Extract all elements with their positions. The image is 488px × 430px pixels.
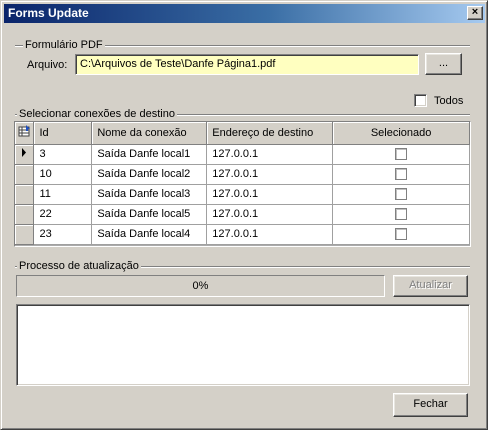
row-selected-checkbox[interactable]: [395, 148, 408, 161]
update-button[interactable]: Atualizar: [393, 275, 468, 297]
id-cell[interactable]: 23: [33, 224, 93, 245]
selected-cell: [332, 224, 470, 245]
table-row[interactable]: 22 Saída Danfe local5 127.0.0.1: [15, 204, 470, 225]
id-cell[interactable]: 22: [33, 204, 93, 225]
row-header-cell[interactable]: [15, 204, 35, 225]
row-pointer-icon: [22, 148, 27, 157]
address-cell[interactable]: 127.0.0.1: [206, 204, 334, 225]
table-row[interactable]: 10 Saída Danfe local2 127.0.0.1: [15, 164, 470, 185]
name-cell[interactable]: Saída Danfe local2: [91, 164, 208, 185]
connections-grid[interactable]: Id Nome da conexão Endereço de destino S…: [14, 121, 471, 247]
row-selected-checkbox[interactable]: [395, 208, 408, 221]
table-row[interactable]: 3 Saída Danfe local1 127.0.0.1: [15, 144, 470, 165]
window-title: Forms Update: [8, 6, 89, 20]
column-header-selected[interactable]: Selecionado: [332, 122, 470, 145]
form-group-title: Formulário PDF: [23, 39, 105, 51]
select-all-label: Todos: [434, 95, 464, 107]
row-header-cell[interactable]: [15, 144, 35, 165]
close-window-button[interactable]: ×: [467, 6, 483, 20]
column-header-address[interactable]: Endereço de destino: [206, 122, 334, 145]
column-header-id[interactable]: Id: [33, 122, 93, 145]
address-cell[interactable]: 127.0.0.1: [206, 164, 334, 185]
row-header-cell[interactable]: [15, 224, 35, 245]
name-cell[interactable]: Saída Danfe local3: [91, 184, 208, 205]
selected-cell: [332, 204, 470, 225]
grid-corner-cell[interactable]: [15, 122, 35, 145]
select-all-checkbox[interactable]: [414, 94, 427, 107]
address-cell[interactable]: 127.0.0.1: [206, 144, 334, 165]
update-progress-bar: 0%: [16, 275, 385, 297]
file-label: Arquivo:: [27, 59, 68, 71]
name-cell[interactable]: Saída Danfe local5: [91, 204, 208, 225]
id-cell[interactable]: 10: [33, 164, 93, 185]
update-button-label: Atualizar: [409, 279, 452, 291]
selected-cell: [332, 184, 470, 205]
row-selected-checkbox[interactable]: [395, 188, 408, 201]
column-header-name[interactable]: Nome da conexão: [91, 122, 208, 145]
name-cell[interactable]: Saída Danfe local4: [91, 224, 208, 245]
selected-cell: [332, 164, 470, 185]
browse-button-label: ...: [438, 57, 449, 69]
file-path-input[interactable]: C:\Arquivos de Teste\Danfe Página1.pdf: [75, 54, 419, 75]
grid-options-icon: [18, 124, 30, 137]
id-cell[interactable]: 11: [33, 184, 93, 205]
connections-group-title: Selecionar conexões de destino: [17, 108, 177, 120]
grid-header-row: Id Nome da conexão Endereço de destino S…: [15, 122, 470, 145]
close-button[interactable]: Fechar: [393, 393, 468, 417]
title-bar[interactable]: Forms Update ×: [4, 4, 485, 23]
row-selected-checkbox[interactable]: [395, 168, 408, 181]
grid-body: 3 Saída Danfe local1 127.0.0.1 10 Saída Danf…: [15, 144, 470, 245]
address-cell[interactable]: 127.0.0.1: [206, 224, 334, 245]
close-button-label: Fechar: [413, 398, 448, 410]
row-header-cell[interactable]: [15, 164, 35, 185]
table-row[interactable]: 23 Saída Danfe local4 127.0.0.1: [15, 224, 470, 245]
address-cell[interactable]: 127.0.0.1: [206, 184, 334, 205]
update-log-textarea[interactable]: [16, 304, 470, 386]
update-group-title: Processo de atualização: [17, 260, 141, 272]
browse-button[interactable]: ...: [425, 53, 462, 75]
id-cell[interactable]: 3: [33, 144, 93, 165]
row-selected-checkbox[interactable]: [395, 228, 408, 241]
progress-text: 0%: [192, 280, 209, 292]
selected-cell: [332, 144, 470, 165]
close-icon: ×: [471, 6, 479, 18]
forms-update-window: Forms Update × Formulário PDF Arquivo: C…: [0, 0, 488, 430]
table-row[interactable]: 11 Saída Danfe local3 127.0.0.1: [15, 184, 470, 205]
connections-table: Id Nome da conexão Endereço de destino S…: [15, 122, 470, 245]
row-header-cell[interactable]: [15, 184, 35, 205]
name-cell[interactable]: Saída Danfe local1: [91, 144, 208, 165]
